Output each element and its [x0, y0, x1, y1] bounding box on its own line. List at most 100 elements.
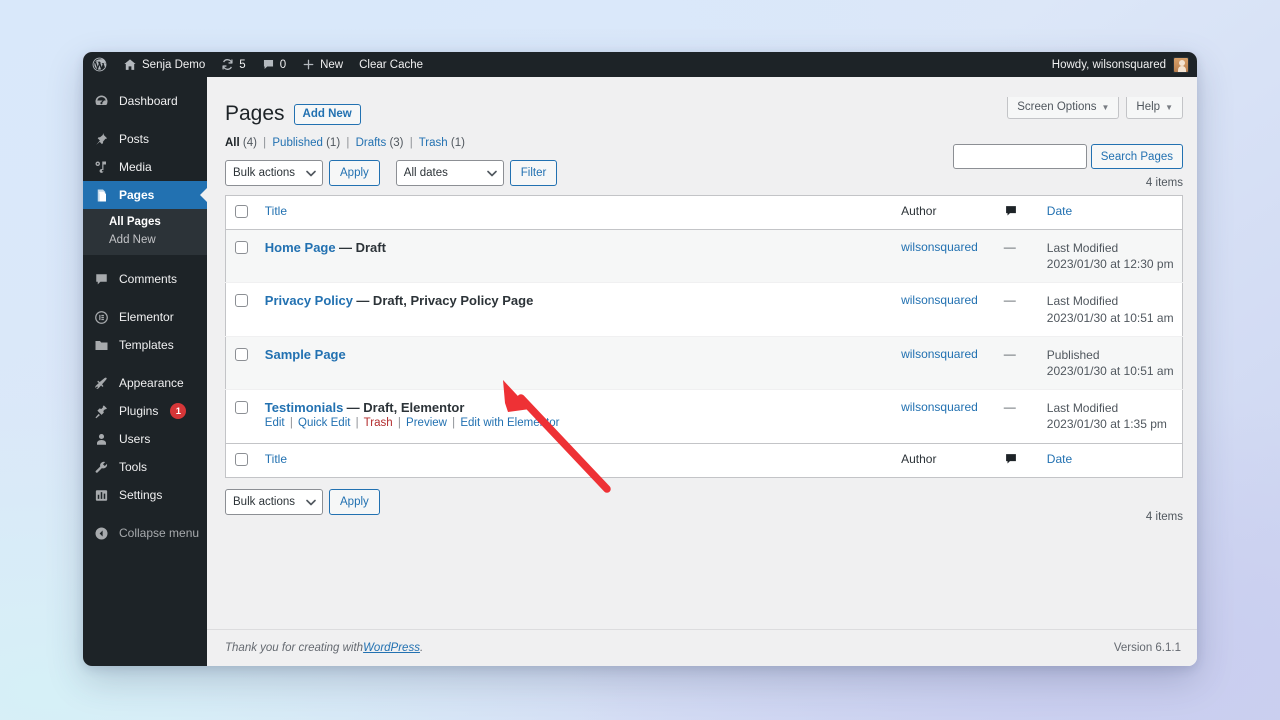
home-icon — [123, 58, 137, 72]
comment-bubble-icon — [1004, 207, 1018, 221]
comment-icon — [93, 272, 110, 287]
date-status: Last Modified — [1047, 400, 1174, 416]
wordpress-version: Version 6.1.1 — [1114, 642, 1181, 654]
sidebar-spacer — [83, 115, 207, 125]
sidebar-item-tools[interactable]: Tools — [83, 453, 207, 481]
row-author-cell: wilsonsquared — [893, 390, 996, 443]
filter-published[interactable]: Published — [272, 137, 323, 149]
row-action-edit[interactable]: Edit — [265, 417, 285, 429]
chevron-down-icon: ▼ — [1102, 103, 1110, 112]
title-column-sort-link[interactable]: Title — [265, 204, 287, 218]
date-column-sort-link-bottom[interactable]: Date — [1047, 452, 1072, 466]
admin-bar-left: Senja Demo 5 0 — [83, 52, 431, 77]
site-name-menu[interactable]: Senja Demo — [115, 52, 213, 77]
row-checkbox[interactable] — [235, 294, 248, 307]
page-title-link[interactable]: Testimonials — [265, 400, 344, 415]
screen-options-label: Screen Options — [1017, 101, 1096, 113]
title-column-sort-link-bottom[interactable]: Title — [265, 452, 287, 466]
sidebar-item-dashboard[interactable]: Dashboard — [83, 87, 207, 115]
date-value: 2023/01/30 at 10:51 am — [1047, 310, 1174, 326]
sidebar-item-plugins[interactable]: Plugins 1 — [83, 397, 207, 425]
author-link[interactable]: wilsonsquared — [901, 400, 978, 414]
sidebar-spacer — [83, 77, 207, 87]
search-pages-button[interactable]: Search Pages — [1091, 144, 1183, 169]
comments-footer — [996, 443, 1039, 477]
bulk-actions-select-wrap: Bulk actions — [225, 160, 323, 186]
select-all-checkbox-top[interactable] — [235, 205, 248, 218]
user-icon — [93, 432, 110, 447]
filter-drafts[interactable]: Drafts — [356, 137, 387, 149]
wordpress-logo-menu[interactable] — [83, 52, 115, 77]
howdy-label[interactable]: Howdy, wilsonsquared — [1052, 59, 1166, 71]
date-column-sort-link[interactable]: Date — [1047, 204, 1072, 218]
sidebar-item-comments[interactable]: Comments — [83, 265, 207, 293]
page-title-link[interactable]: Sample Page — [265, 347, 346, 362]
updates-menu[interactable]: 5 — [213, 52, 253, 77]
admin-bar-right: Howdy, wilsonsquared — [1052, 52, 1197, 77]
avatar[interactable] — [1173, 57, 1189, 73]
row-checkbox[interactable] — [235, 348, 248, 361]
row-action-quick-edit[interactable]: Quick Edit — [298, 417, 350, 429]
wordpress-admin-window: Senja Demo 5 0 — [83, 52, 1197, 666]
submenu-item-add-new[interactable]: Add New — [83, 231, 207, 249]
filter-all[interactable]: All — [225, 137, 240, 149]
comments-header — [996, 196, 1039, 230]
sidebar-item-label: Posts — [119, 132, 149, 146]
sidebar-item-pages[interactable]: Pages — [83, 181, 207, 209]
page-title-link[interactable]: Home Page — [265, 240, 336, 255]
row-action-trash[interactable]: Trash — [364, 417, 393, 429]
new-content-menu[interactable]: New — [294, 52, 351, 77]
submenu-item-all-pages[interactable]: All Pages — [83, 213, 207, 231]
help-button[interactable]: Help ▼ — [1126, 97, 1183, 119]
table-row: Testimonials — Draft, Elementor Edit | Q… — [226, 390, 1183, 443]
bulk-actions-select-top[interactable]: Bulk actions — [225, 160, 323, 186]
plug-icon — [93, 404, 110, 419]
table-row: Sample Page wilsonsquared — Published 20… — [226, 336, 1183, 389]
sidebar-item-appearance[interactable]: Appearance — [83, 369, 207, 397]
admin-sidebar: Dashboard Posts Media — [83, 77, 207, 666]
wordpress-link[interactable]: WordPress — [363, 642, 420, 654]
row-action-preview[interactable]: Preview — [406, 417, 447, 429]
sidebar-item-collapse-menu[interactable]: Collapse menu — [83, 519, 207, 547]
sidebar-item-elementor[interactable]: Elementor — [83, 303, 207, 331]
updates-count: 5 — [239, 59, 245, 71]
sidebar-item-users[interactable]: Users — [83, 425, 207, 453]
search-input[interactable] — [953, 144, 1087, 169]
sidebar-item-label: Templates — [119, 338, 174, 352]
sidebar-item-media[interactable]: Media — [83, 153, 207, 181]
date-filter-select[interactable]: All dates — [396, 160, 504, 186]
admin-footer: Thank you for creating with WordPress . … — [207, 629, 1197, 666]
sidebar-item-label: Elementor — [119, 310, 174, 324]
screen-meta-links: Screen Options ▼ Help ▼ — [1007, 97, 1183, 119]
author-link[interactable]: wilsonsquared — [901, 293, 978, 307]
admin-content: Screen Options ▼ Help ▼ Pages Add New Al… — [207, 77, 1197, 666]
sidebar-item-templates[interactable]: Templates — [83, 331, 207, 359]
collapse-icon — [93, 526, 110, 541]
date-status: Published — [1047, 347, 1174, 363]
site-name-label: Senja Demo — [142, 59, 205, 71]
row-action-separator: | — [450, 417, 457, 429]
sidebar-item-settings[interactable]: Settings — [83, 481, 207, 509]
screen-options-button[interactable]: Screen Options ▼ — [1007, 97, 1119, 119]
author-link[interactable]: wilsonsquared — [901, 240, 978, 254]
table-footer-row: Title Author Date — [226, 443, 1183, 477]
comments-menu[interactable]: 0 — [254, 52, 294, 77]
filter-button[interactable]: Filter — [510, 160, 558, 186]
row-checkbox-cell — [226, 336, 257, 389]
page-state-label: — Draft, Privacy Policy Page — [356, 293, 533, 308]
add-new-button[interactable]: Add New — [294, 104, 361, 125]
filter-trash[interactable]: Trash — [419, 137, 448, 149]
select-all-checkbox-bottom[interactable] — [235, 453, 248, 466]
bulk-actions-select-bottom[interactable]: Bulk actions — [225, 489, 323, 515]
sidebar-item-label: Pages — [119, 188, 154, 202]
apply-button-top[interactable]: Apply — [329, 160, 380, 186]
row-checkbox[interactable] — [235, 241, 248, 254]
row-action-edit-with-elementor[interactable]: Edit with Elementor — [460, 417, 559, 429]
page-title-link[interactable]: Privacy Policy — [265, 293, 353, 308]
sidebar-item-posts[interactable]: Posts — [83, 125, 207, 153]
author-link[interactable]: wilsonsquared — [901, 347, 978, 361]
apply-button-bottom[interactable]: Apply — [329, 489, 380, 515]
tablenav-bottom: Bulk actions Apply — [225, 489, 1181, 515]
row-checkbox[interactable] — [235, 401, 248, 414]
clear-cache-menu[interactable]: Clear Cache — [351, 52, 431, 77]
